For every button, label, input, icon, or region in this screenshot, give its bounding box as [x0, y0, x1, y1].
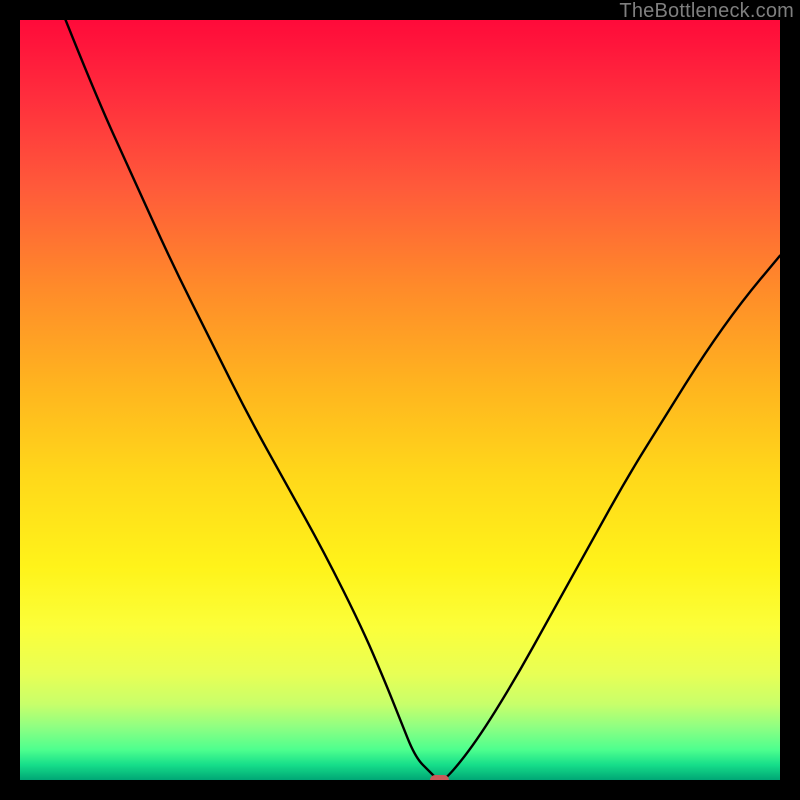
curve-path	[66, 20, 780, 780]
plot-area	[20, 20, 780, 780]
valley-marker	[430, 775, 448, 780]
chart-stage: TheBottleneck.com	[0, 0, 800, 800]
bottleneck-curve	[20, 20, 780, 780]
watermark-text: TheBottleneck.com	[619, 0, 794, 23]
